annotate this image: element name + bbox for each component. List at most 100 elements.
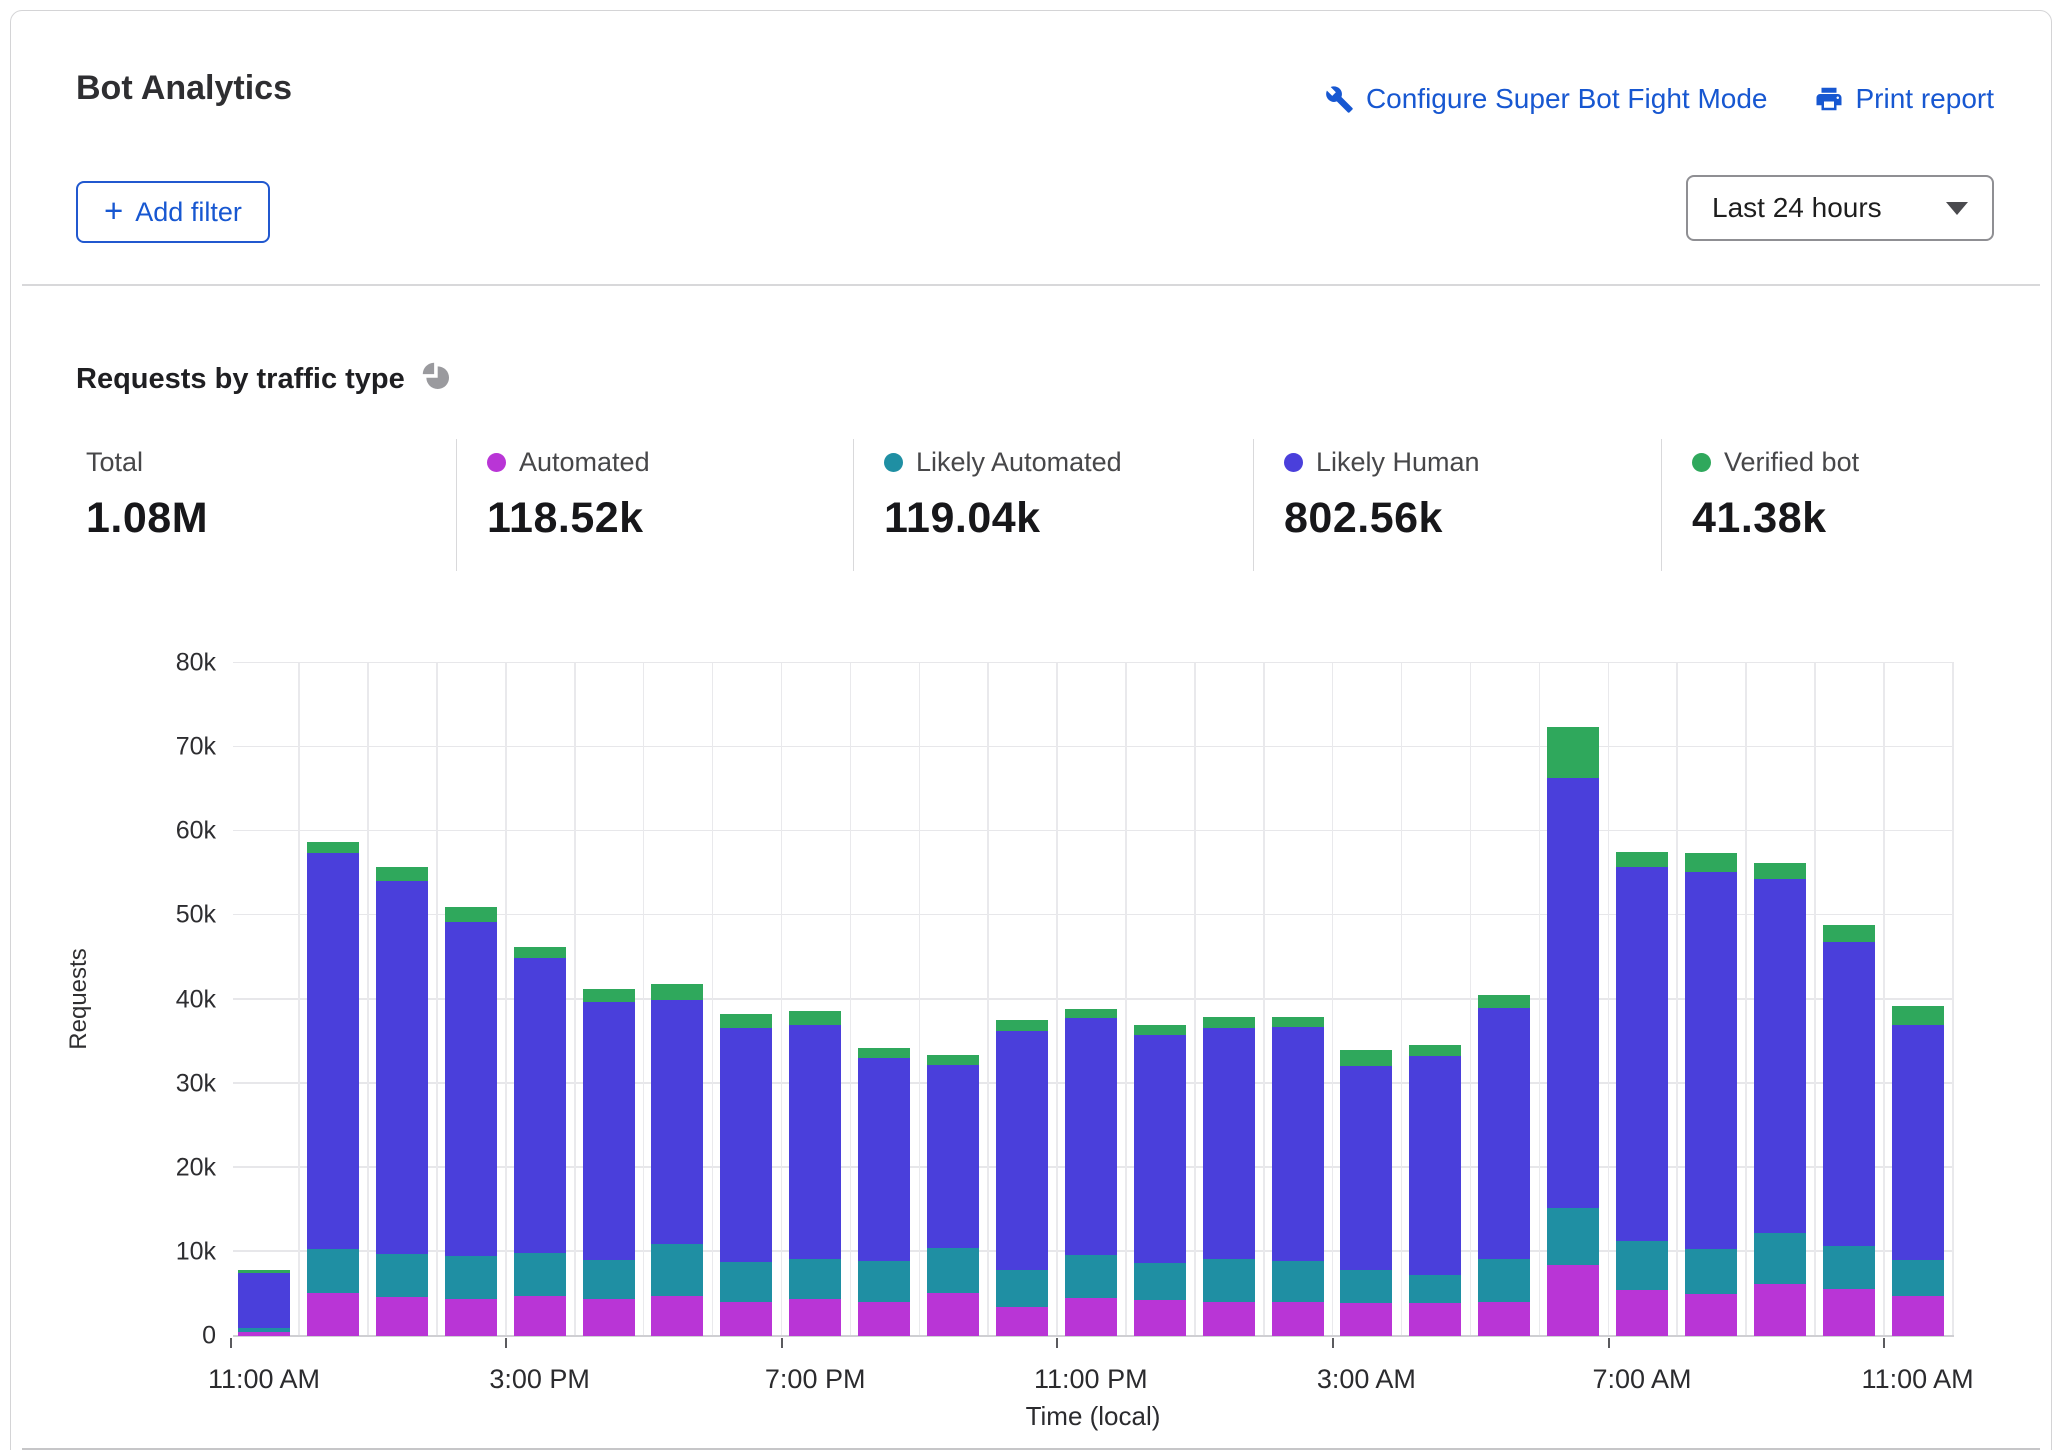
x-tick-mark — [1056, 1338, 1058, 1348]
bar-segment-verified-bot — [1892, 1006, 1944, 1025]
configure-super-bot-fight-mode-link[interactable]: Configure Super Bot Fight Mode — [1325, 83, 1768, 115]
bar-segment-likely-human — [1134, 1035, 1186, 1263]
h-gridline — [233, 662, 1954, 664]
bar-segment-verified-bot — [376, 867, 428, 881]
bar-6-00-am[interactable] — [1547, 727, 1599, 1336]
bar-8-00-pm[interactable] — [858, 1048, 910, 1336]
header-links: Configure Super Bot Fight Mode Print rep… — [1325, 83, 1994, 115]
bar-4-00-am[interactable] — [1409, 1045, 1461, 1336]
v-gridline — [1194, 663, 1196, 1336]
bar-segment-automated — [583, 1299, 635, 1336]
bar-1-00-am[interactable] — [1203, 1017, 1255, 1336]
x-tick-mark — [505, 1338, 507, 1348]
bar-segment-automated — [927, 1293, 979, 1336]
bar-1-00-pm[interactable] — [376, 867, 428, 1336]
bar-9-00-am[interactable] — [1754, 863, 1806, 1336]
bar-segment-likely-human — [996, 1031, 1048, 1270]
bar-segment-likely-human — [514, 958, 566, 1252]
bar-segment-verified-bot — [1685, 853, 1737, 872]
stat-label: Automated — [519, 447, 650, 478]
bar-segment-verified-bot — [583, 989, 635, 1002]
bar-segment-verified-bot — [927, 1055, 979, 1065]
time-range-value: Last 24 hours — [1712, 192, 1882, 224]
bar-segment-likely-automated — [1065, 1255, 1117, 1298]
bar-segment-likely-human — [1685, 872, 1737, 1250]
likely-human-dot-icon — [1284, 453, 1303, 472]
y-axis-labels: 010k20k30k40k50k60k70k80k — [106, 663, 216, 1336]
bar-3-00-am[interactable] — [1340, 1050, 1392, 1336]
bar-9-00-pm[interactable] — [927, 1055, 979, 1336]
bar-segment-likely-automated — [514, 1253, 566, 1296]
bar-segment-automated — [1754, 1284, 1806, 1336]
bar-11-00-am[interactable] — [1892, 1006, 1944, 1336]
section-title: Requests by traffic type — [76, 363, 405, 396]
bar-2-00-pm[interactable] — [445, 907, 497, 1336]
bar-segment-likely-human — [1065, 1018, 1117, 1255]
v-gridline — [919, 663, 921, 1336]
printer-icon — [1814, 84, 1844, 114]
print-link-label: Print report — [1856, 83, 1995, 115]
bar-7-00-pm[interactable] — [789, 1011, 841, 1336]
bar-segment-automated — [376, 1297, 428, 1336]
y-tick-label: 0 — [106, 1322, 216, 1351]
bar-5-00-pm[interactable] — [651, 984, 703, 1336]
bar-segment-verified-bot — [1340, 1050, 1392, 1066]
bar-12-00-pm[interactable] — [307, 842, 359, 1336]
bar-segment-automated — [514, 1296, 566, 1336]
y-tick-label: 20k — [106, 1153, 216, 1182]
bar-11-00-pm[interactable] — [1065, 1009, 1117, 1336]
automated-dot-icon — [487, 453, 506, 472]
bar-12-00-am[interactable] — [1134, 1025, 1186, 1336]
v-gridline — [1263, 663, 1265, 1336]
v-gridline — [298, 663, 300, 1336]
y-tick-label: 30k — [106, 1069, 216, 1098]
bar-segment-likely-automated — [720, 1262, 772, 1302]
v-gridline — [367, 663, 369, 1336]
bar-10-00-pm[interactable] — [996, 1020, 1048, 1336]
bar-5-00-am[interactable] — [1478, 995, 1530, 1336]
bar-segment-automated — [996, 1307, 1048, 1336]
stat-value: 802.56k — [1284, 494, 1661, 543]
chevron-down-icon — [1946, 202, 1968, 215]
bar-segment-likely-human — [858, 1058, 910, 1261]
v-gridline — [1952, 663, 1954, 1336]
bar-segment-likely-human — [927, 1065, 979, 1248]
bar-segment-automated — [1203, 1302, 1255, 1336]
bar-7-00-am[interactable] — [1616, 852, 1668, 1336]
x-tick-mark — [781, 1338, 783, 1348]
add-filter-button[interactable]: + Add filter — [76, 181, 270, 243]
bar-segment-likely-automated — [1272, 1261, 1324, 1302]
time-range-dropdown[interactable]: Last 24 hours — [1686, 175, 1994, 241]
bot-analytics-card: Bot Analytics Configure Super Bot Fight … — [10, 10, 2052, 1450]
bar-segment-likely-automated — [1203, 1259, 1255, 1303]
bar-segment-automated — [858, 1302, 910, 1336]
h-gridline — [233, 830, 1954, 832]
likely-automated-dot-icon — [884, 453, 903, 472]
bar-3-00-pm[interactable] — [514, 947, 566, 1336]
bar-6-00-pm[interactable] — [720, 1014, 772, 1336]
print-report-link[interactable]: Print report — [1814, 83, 1995, 115]
bar-2-00-am[interactable] — [1272, 1017, 1324, 1336]
bar-segment-likely-human — [1547, 778, 1599, 1208]
bar-4-00-pm[interactable] — [583, 989, 635, 1336]
bar-segment-likely-automated — [927, 1248, 979, 1293]
x-tick-label: 7:00 AM — [1592, 1364, 1691, 1395]
v-gridline — [1332, 663, 1334, 1336]
stat-automated: Automated 118.52k — [456, 439, 853, 571]
bar-10-00-am[interactable] — [1823, 925, 1875, 1336]
bar-segment-likely-automated — [1134, 1263, 1186, 1300]
x-tick-mark — [1883, 1338, 1885, 1348]
bar-segment-verified-bot — [996, 1020, 1048, 1031]
bar-8-00-am[interactable] — [1685, 853, 1737, 1336]
x-axis-title: Time (local) — [1026, 1401, 1161, 1432]
bar-segment-verified-bot — [720, 1014, 772, 1028]
bar-segment-verified-bot — [1754, 863, 1806, 879]
bar-segment-automated — [1272, 1302, 1324, 1336]
bar-11-00-am[interactable] — [238, 1270, 290, 1336]
stat-likely-human: Likely Human 802.56k — [1253, 439, 1661, 571]
header-divider — [22, 284, 2040, 286]
bar-segment-verified-bot — [1616, 852, 1668, 866]
x-tick-label: 11:00 AM — [1862, 1364, 1974, 1395]
bar-segment-likely-human — [1340, 1066, 1392, 1270]
bar-segment-likely-human — [720, 1028, 772, 1262]
